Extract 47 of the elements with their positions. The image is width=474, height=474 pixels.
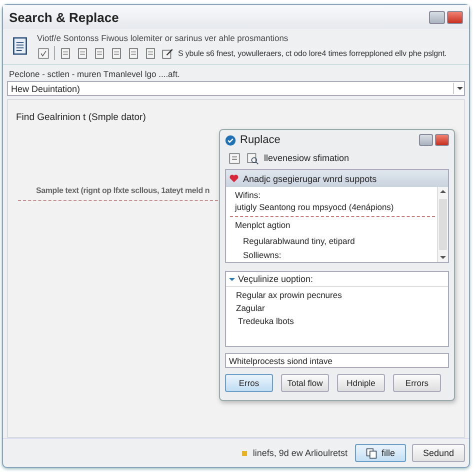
status-indicator-icon [242, 450, 247, 456]
input-field[interactable]: Whitelprocests siond intave [225, 353, 449, 368]
status-button[interactable]: Sedund [412, 444, 465, 462]
list-line: Regularablwaund tiny, etipard [242, 236, 356, 246]
document-tool-icon[interactable] [144, 46, 157, 60]
toolbar-description: Viotf/e Sontonss Fiwous lolemiter or sarinus ver ahle prosmantions [37, 33, 290, 43]
checkbox-tool-icon[interactable] [37, 46, 50, 60]
dialog-button[interactable]: Total flow [281, 374, 329, 392]
combo-box[interactable]: Hew Deuintation) [7, 81, 465, 96]
document-tool-icon[interactable] [110, 46, 123, 60]
find-label: Find Gealrinion t (Smple dator) [15, 111, 147, 123]
window-title: Search & Replace [9, 10, 120, 24]
dialog-button[interactable]: Erros [225, 374, 273, 392]
document-icon [11, 36, 29, 56]
heart-icon [229, 174, 239, 183]
list-line: Wifins: [235, 190, 262, 202]
group-title: Anadjc gsegierugar wnrd suppots [243, 174, 377, 184]
status-button[interactable]: fille [355, 444, 406, 462]
status-text: linefs, 9d ew Arlioulretst [252, 448, 348, 458]
list-line: Solliewns: [242, 250, 282, 260]
document-tool-icon[interactable] [127, 46, 140, 60]
sample-text: Sample text (rignt op lfxte scllous, 1ateyt meld n [36, 186, 210, 195]
search-icon[interactable] [246, 152, 259, 164]
option-item[interactable]: Tredeuka lbots [226, 313, 448, 326]
dropdown-arrow-icon[interactable] [453, 83, 464, 94]
group-title: Veçulinize uoption: [238, 274, 314, 284]
list-icon[interactable] [228, 152, 241, 164]
check-icon [225, 134, 236, 146]
list-line: Menplct agtion [235, 220, 292, 232]
document-tool-icon[interactable] [59, 46, 72, 60]
toolbar-hint: S ybule s6 fnest, yowulleraers, ct odo lore4 times forrepploned ellv phe pslgnt. [178, 48, 447, 58]
close-button[interactable] [447, 10, 463, 24]
collapse-arrow-icon[interactable] [229, 278, 235, 284]
scrollbar[interactable] [437, 187, 448, 262]
document-tool-icon[interactable] [93, 46, 106, 60]
minimize-button[interactable] [429, 10, 445, 24]
minimize-button[interactable] [419, 134, 433, 146]
dialog-title: Ruplace [240, 134, 282, 146]
combo-label: Peclone - sctlen - muren Tmanlevel lgo ....aft. [8, 68, 181, 81]
edit-icon[interactable] [161, 46, 174, 60]
option-item[interactable]: Zagular [226, 300, 448, 313]
dialog-button[interactable]: Hdniple [337, 374, 385, 392]
document-tool-icon[interactable] [76, 46, 89, 60]
option-item[interactable]: Regular ax prowin pecnures [226, 287, 448, 300]
toolbar-label: llevenesiow sfimation [264, 153, 350, 163]
list-line: jutigly Seantong rou mpsyocd (4enápions) [235, 202, 395, 213]
dialog-button[interactable]: Errors [393, 374, 441, 392]
